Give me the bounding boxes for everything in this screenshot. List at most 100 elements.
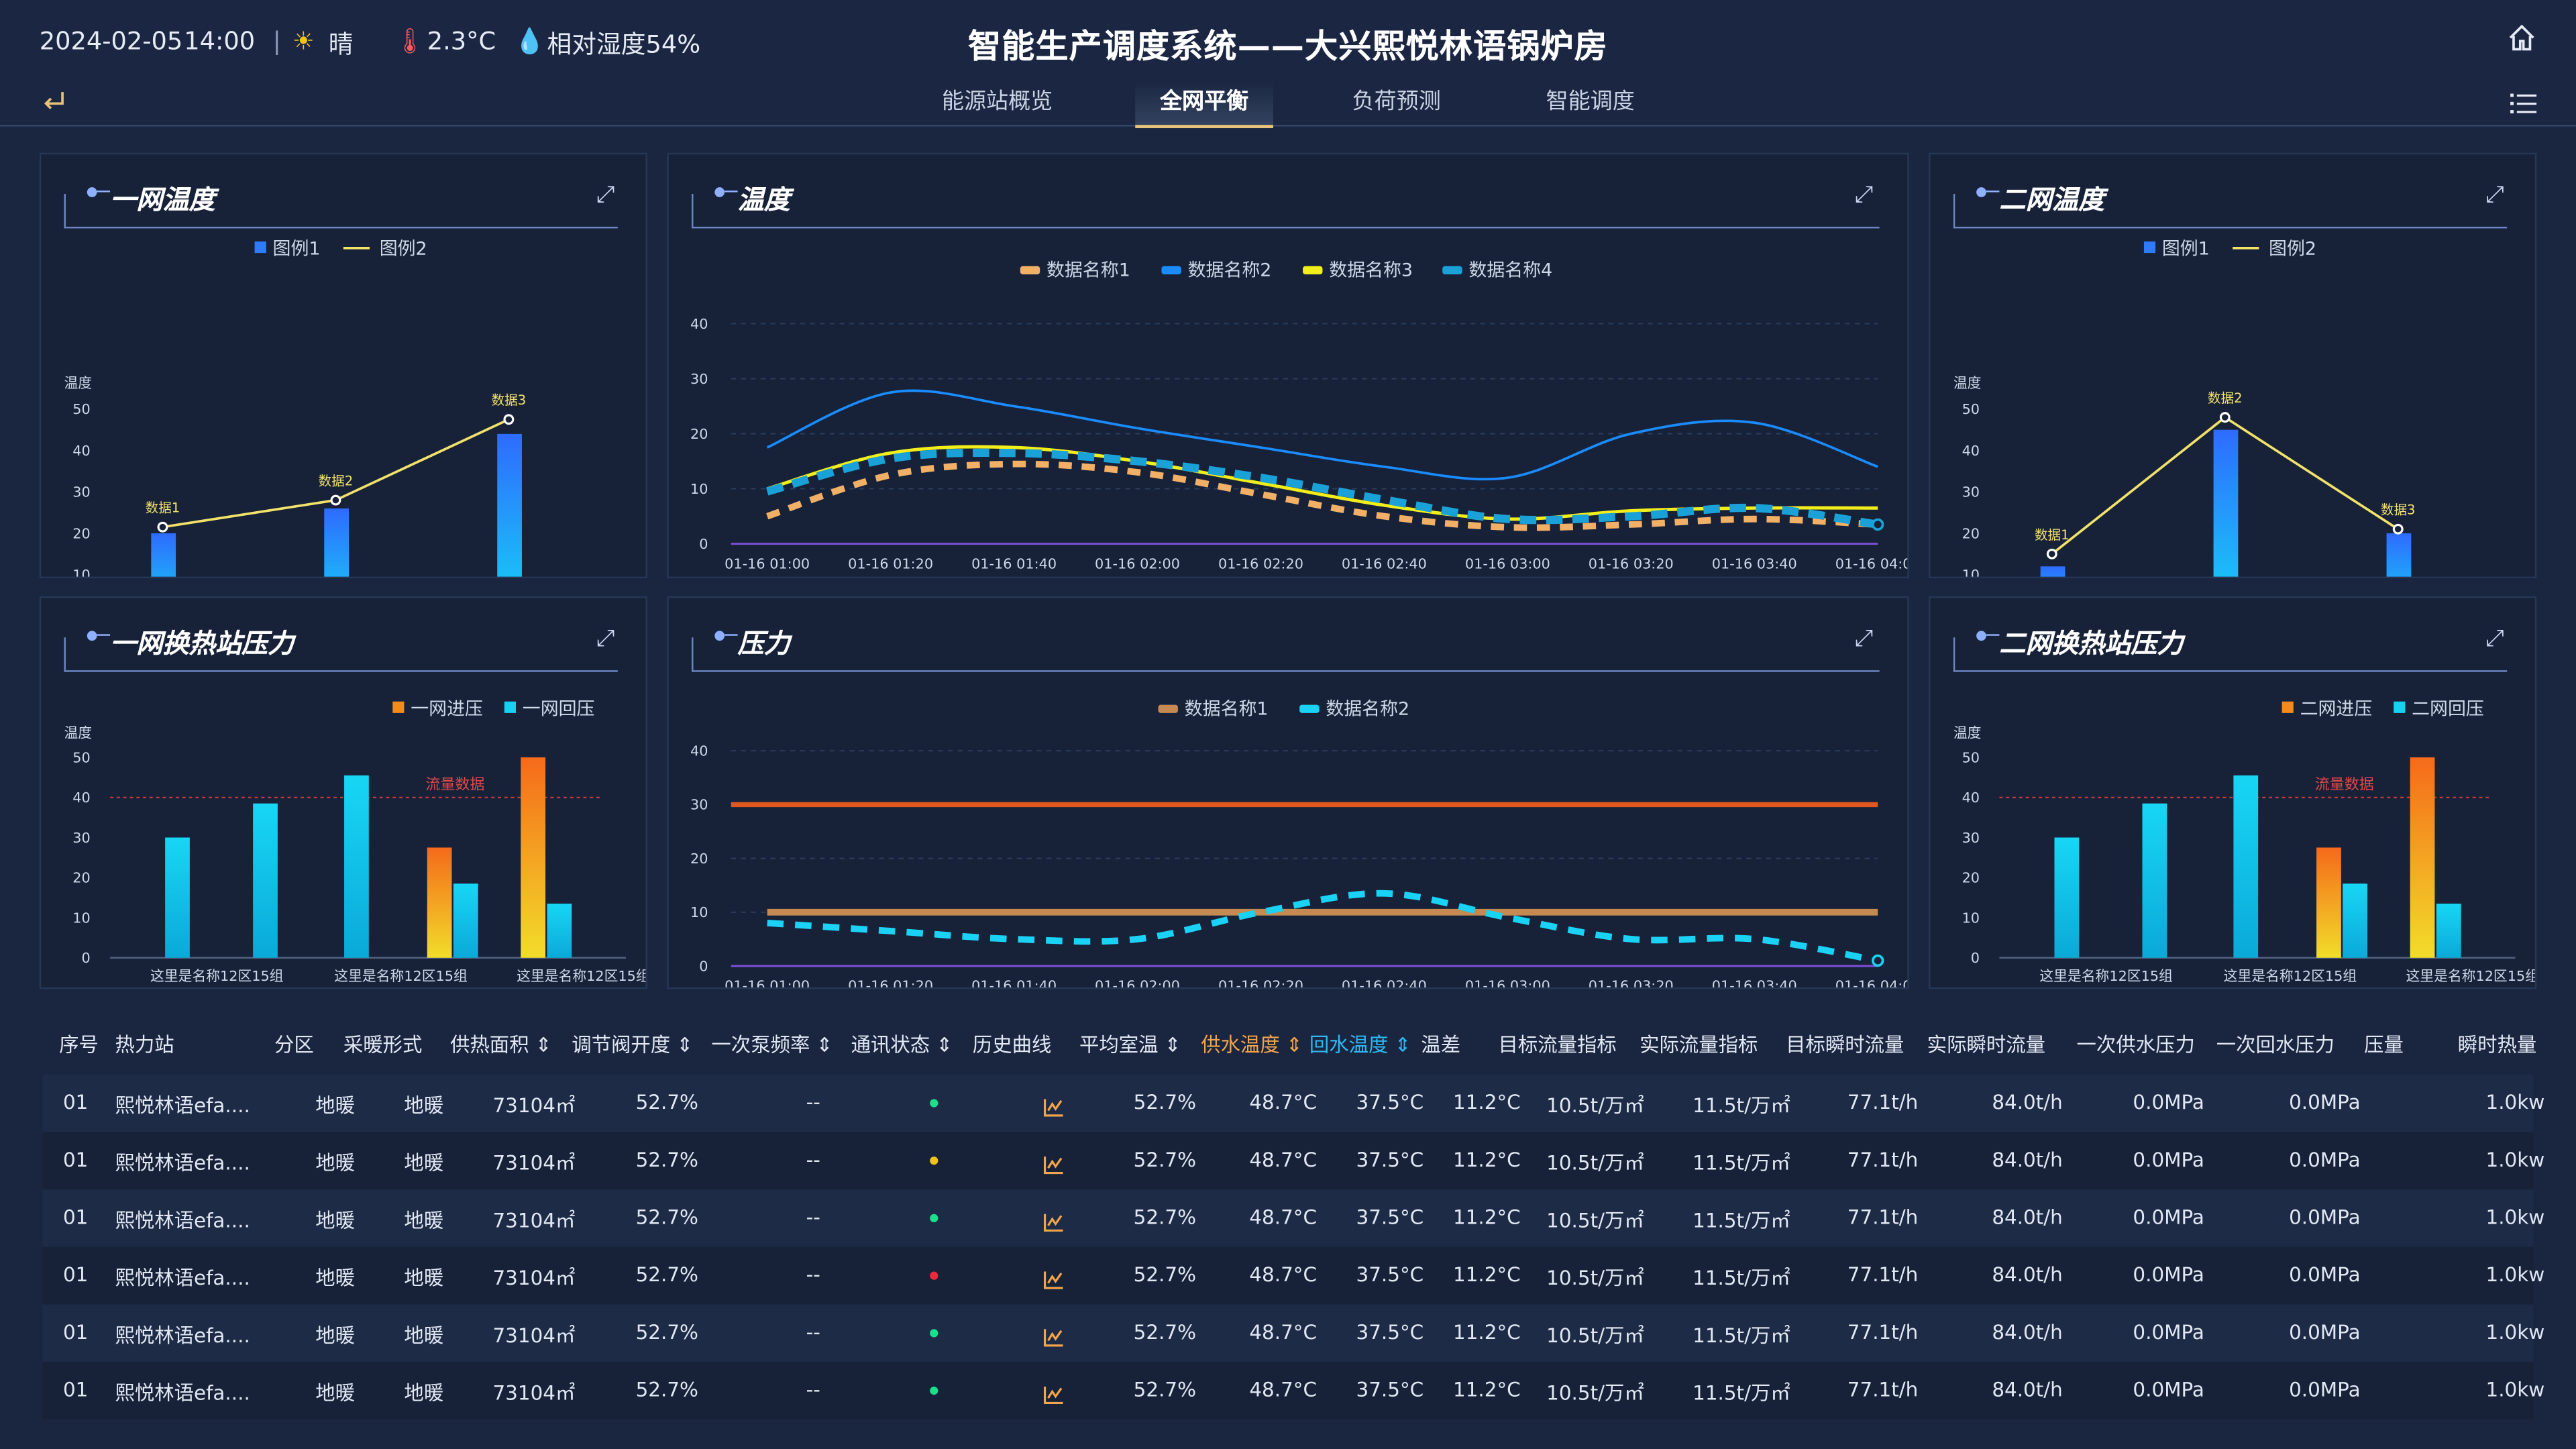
- history-chart-icon[interactable]: [1043, 1265, 1065, 1297]
- home-icon[interactable]: [2507, 23, 2536, 52]
- cell-target-instant-flow: 77.1t/h: [1847, 1378, 1919, 1401]
- y-tick-label: 40: [1962, 443, 1980, 459]
- cell-pump: --: [806, 1263, 820, 1287]
- x-tick-label: 这里是名称12区15组: [2039, 968, 2173, 984]
- expand-icon[interactable]: ⤢: [596, 184, 619, 207]
- col-avg-temp-header[interactable]: 平均室温 ⇕: [1079, 1030, 1181, 1059]
- panel-secondary-pressure: 二网换热站压力 ⤢ 二网进压 二网回压 温度 0 10 20 30 40 50 流量数据 这里是名称…: [1929, 596, 2537, 989]
- col-supply-temp-header[interactable]: 供水温度 ⇕: [1201, 1030, 1303, 1059]
- cell-heating-mode: 地暖: [404, 1267, 444, 1290]
- status-dot: [930, 1214, 938, 1223]
- col-comm-status-header[interactable]: 通讯状态 ⇕: [851, 1030, 953, 1059]
- cell-primary-return-pressure: 0.0MPa: [2289, 1320, 2361, 1344]
- table-row[interactable]: 01 熙悦林语efa.... 地暖 地暖 73104㎡ 52.7% -- 52.7% 48.7°…: [42, 1074, 2544, 1132]
- table-row[interactable]: 01 熙悦林语efa.... 地暖 地暖 73104㎡ 52.7% -- 52.7% 48.7°…: [42, 1189, 2544, 1247]
- point-label: 数据1: [146, 500, 180, 516]
- tab-load-forecast[interactable]: 负荷预测: [1314, 82, 1479, 125]
- x-tick-label: 01-16 04:00: [1835, 978, 1908, 987]
- cell-pump: --: [806, 1148, 820, 1172]
- cell-avg-temp: 52.7%: [1133, 1091, 1197, 1114]
- col-station-header: 热力站: [115, 1033, 174, 1057]
- expand-icon[interactable]: ⤢: [1855, 184, 1878, 207]
- tab-energy-overview[interactable]: 能源站概览: [915, 82, 1079, 125]
- bar-return-pressure: [547, 904, 572, 958]
- col-actual-flow-index-header: 实际流量指标: [1640, 1033, 1758, 1057]
- history-chart-icon[interactable]: [1043, 1380, 1065, 1411]
- cell-supply-temp: 48.7°C: [1249, 1378, 1318, 1401]
- history-chart-icon[interactable]: [1043, 1093, 1065, 1124]
- col-return-temp-header[interactable]: 回水温度 ⇕: [1309, 1030, 1411, 1059]
- table-row[interactable]: 01 熙悦林语efa.... 地暖 地暖 73104㎡ 52.7% -- 52.7% 48.7°…: [42, 1362, 2544, 1419]
- tab-smart-dispatch[interactable]: 智能调度: [1508, 82, 1672, 125]
- status-dot: [930, 1386, 938, 1395]
- menu-list-icon[interactable]: [2510, 91, 2537, 113]
- cell-primary-return-pressure: 0.0MPa: [2289, 1205, 2361, 1229]
- cell-actual-flow-index: 11.5t/万㎡: [1693, 1381, 1790, 1405]
- history-chart-icon[interactable]: [1043, 1208, 1065, 1239]
- series-line: [766, 389, 1878, 481]
- point-label: 数据3: [2381, 502, 2416, 518]
- top-header: 2024-02-05 14:00 | ☀ 晴 🌡 2.3°C 💧 相对湿度54%…: [0, 0, 2576, 129]
- cell-station: 熙悦林语efa....: [115, 1267, 250, 1290]
- chart-primary-pressure: 一网进压 一网回压温度 0 10 20 30 40 50 流量数据这里是名称12区15组 这里是名…: [64, 698, 646, 984]
- expand-icon[interactable]: ⤢: [596, 628, 619, 651]
- bar-return-pressure: [2054, 837, 2080, 958]
- cell-index: 01: [62, 1091, 89, 1114]
- point-label: 数据1: [2035, 527, 2070, 543]
- cell-heating-mode: 地暖: [404, 1324, 444, 1348]
- legend-label: 数据名称1: [1046, 260, 1130, 280]
- legend-label: 二网回压: [2412, 698, 2484, 719]
- table-row[interactable]: 01 熙悦林语efa.... 地暖 地暖 73104㎡ 52.7% -- 52.7% 48.7°…: [42, 1132, 2544, 1190]
- cell-zone: 地暖: [315, 1209, 356, 1232]
- cell-valve: 52.7%: [635, 1378, 698, 1401]
- cell-temp-diff: 11.2°C: [1453, 1205, 1521, 1229]
- panel-title: 二网换热站压力: [1999, 627, 2184, 659]
- col-valve-header[interactable]: 调节阀开度 ⇕: [572, 1030, 693, 1059]
- col-primary-return-pressure-header: 一次回水压力: [2216, 1033, 2335, 1057]
- y-tick-label: 20: [1962, 870, 1980, 886]
- bar-return-pressure: [165, 837, 190, 958]
- legend-swatch: [1299, 704, 1320, 713]
- panel-title: 压力: [737, 627, 791, 659]
- col-pump-header[interactable]: 一次泵频率 ⇕: [711, 1030, 833, 1059]
- y-tick-label: 50: [72, 749, 90, 765]
- col-area-header[interactable]: 供热面积 ⇕: [450, 1030, 552, 1059]
- col-actual-instant-flow-header: 实际瞬时流量: [1927, 1033, 2046, 1057]
- back-icon[interactable]: [40, 89, 69, 115]
- bar: [324, 508, 350, 577]
- col-pressure-amount-header: 压量: [2364, 1033, 2404, 1057]
- status-dot: [930, 1099, 938, 1108]
- cell-temp-diff: 11.2°C: [1453, 1263, 1521, 1287]
- y-tick-label: 40: [72, 790, 90, 806]
- y-tick-label: 10: [690, 904, 708, 920]
- title-dot: [714, 631, 725, 641]
- cell-actual-flow-index: 11.5t/万㎡: [1693, 1094, 1790, 1118]
- legend-swatch: [1158, 704, 1178, 713]
- y-tick-label: 30: [72, 484, 90, 500]
- y-tick-label: 0: [699, 958, 708, 974]
- legend-label: 数据名称2: [1326, 698, 1409, 719]
- x-tick-label: 01-16 03:20: [1589, 978, 1674, 987]
- legend-swatch: [2282, 701, 2294, 713]
- cell-target-flow-index: 10.5t/万㎡: [1546, 1094, 1644, 1118]
- line-end-point: [1872, 518, 1884, 531]
- x-tick-label: 01-16 03:40: [1712, 978, 1797, 987]
- table-row[interactable]: 01 熙悦林语efa.... 地暖 地暖 73104㎡ 52.7% -- 52.7% 48.7°…: [42, 1246, 2544, 1305]
- history-chart-icon[interactable]: [1043, 1150, 1065, 1181]
- cell-avg-temp: 52.7%: [1133, 1378, 1197, 1401]
- line-point: [330, 494, 341, 506]
- history-chart-icon[interactable]: [1043, 1322, 1065, 1354]
- cell-return-temp: 37.5°C: [1356, 1091, 1424, 1114]
- table-row[interactable]: 01 熙悦林语efa.... 地暖 地暖 73104㎡ 52.7% -- 52.7% 48.7°…: [42, 1304, 2544, 1362]
- dashboard-root: 2024-02-05 14:00 | ☀ 晴 🌡 2.3°C 💧 相对湿度54%…: [0, 0, 2576, 1449]
- expand-icon[interactable]: ⤢: [2485, 184, 2508, 207]
- expand-icon[interactable]: ⤢: [2485, 628, 2508, 651]
- expand-icon[interactable]: ⤢: [1855, 628, 1878, 651]
- col-target-instant-flow-header: 目标瞬时流量: [1786, 1033, 1904, 1057]
- cell-zone: 地暖: [315, 1094, 356, 1118]
- cell-temp-diff: 11.2°C: [1453, 1320, 1521, 1344]
- tab-network-balance[interactable]: 全网平衡: [1135, 82, 1273, 129]
- station-table: 序号 热力站 分区 采暖形式 供热面积 ⇕ 调节阀开度 ⇕ 一次泵频率 ⇕ 通讯状态 ⇕ 历史曲…: [42, 1012, 2544, 1426]
- panel-title: 温度: [737, 184, 791, 215]
- cell-primary-supply-pressure: 0.0MPa: [2133, 1205, 2204, 1229]
